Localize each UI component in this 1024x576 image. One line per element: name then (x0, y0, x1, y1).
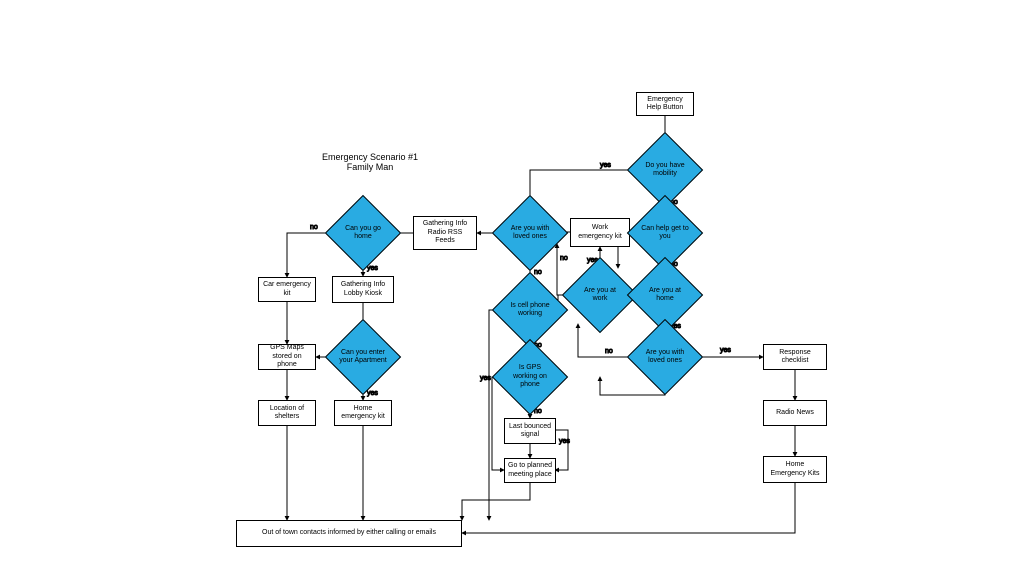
decision-at-work: Are you at work (573, 268, 627, 322)
box-gather-lobby: Gathering Info Lobby Kiosk (332, 276, 394, 303)
box-radio-news: Radio News (763, 400, 827, 426)
box-home-kit: Home emergency kit (334, 400, 392, 426)
svg-text:no: no (605, 348, 613, 355)
box-out-of-town: Out of town contacts informed by either … (236, 520, 462, 547)
svg-text:no: no (310, 224, 318, 231)
box-gps-maps: GPS Maps stored on phone (258, 344, 316, 370)
svg-text:no: no (560, 255, 568, 262)
box-shelters: Location of shelters (258, 400, 316, 426)
svg-text:no: no (534, 269, 542, 276)
svg-text:yes: yes (559, 438, 570, 445)
decision-cell: Is cell phone working (503, 283, 557, 337)
svg-text:yes: yes (367, 265, 378, 272)
decision-loved-ones-1: Are you with loved ones (503, 206, 557, 260)
box-last-signal: Last bounced signal (504, 418, 556, 444)
box-car-kit: Car emergency kit (258, 277, 316, 302)
diagram-title: Emergency Scenario #1 Family Man (300, 152, 440, 172)
svg-text:yes: yes (480, 375, 491, 382)
decision-enter-apartment: Can you enter your Apartment (336, 330, 390, 384)
decision-loved-ones-2: Are you with loved ones (638, 330, 692, 384)
decision-gps: Is GPS working on phone (503, 350, 557, 404)
box-emergency-help-button: Emergency Help Button (636, 92, 694, 116)
box-meeting: Go to planned meeting place (504, 458, 556, 483)
decision-at-home: Are you at home (638, 268, 692, 322)
box-home-kits2: Home Emergency Kits (763, 456, 827, 483)
svg-text:yes: yes (600, 162, 611, 169)
box-gather-radio: Gathering Info Radio RSS Feeds (413, 216, 477, 250)
svg-text:yes: yes (720, 347, 731, 354)
box-work-emergency-kit: Work emergency kit (570, 218, 630, 247)
box-response-checklist: Response checklist (763, 344, 827, 370)
decision-help-get: Can help get to you (638, 206, 692, 260)
decision-mobility: Do you have mobility (638, 143, 692, 197)
svg-text:yes: yes (367, 390, 378, 397)
decision-go-home: Can you go home (336, 206, 390, 260)
